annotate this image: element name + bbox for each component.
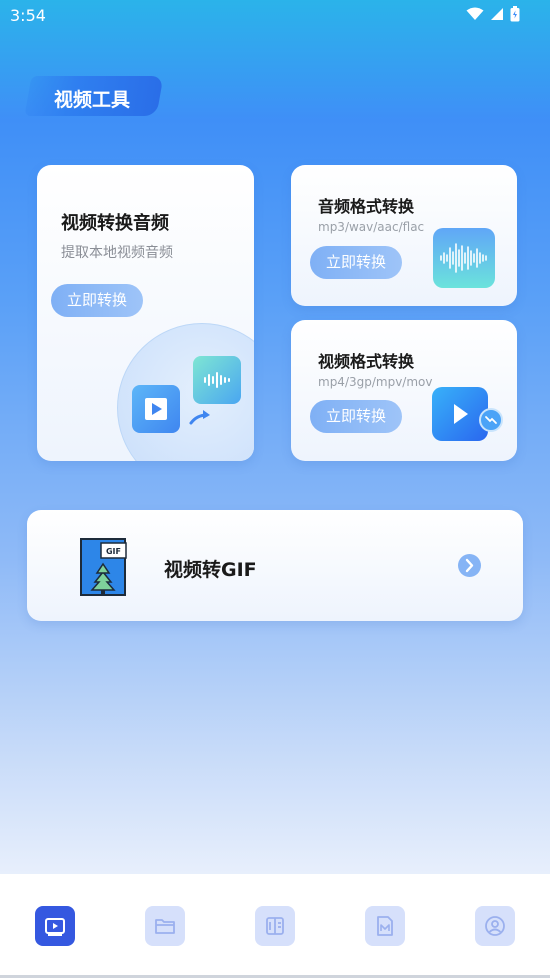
card-title: 视频转GIF (164, 559, 257, 581)
video-icon (45, 918, 65, 936)
status-icons (466, 6, 520, 22)
section-title: 视频工具 (54, 89, 131, 111)
card-title: 视频转换音频 (61, 213, 169, 234)
convert-badge-icon (479, 408, 503, 432)
tab-notes[interactable] (255, 906, 295, 946)
card-title: 音频格式转换 (318, 197, 415, 216)
chevron-right-icon[interactable] (458, 554, 481, 577)
arrow-icon (189, 410, 210, 425)
card-formats: mp4/3gp/mpv/mov (318, 375, 433, 389)
convert-now-button[interactable]: 立即转换 (310, 400, 402, 433)
gif-icon-text: GIF (106, 547, 121, 556)
tab-files[interactable] (145, 906, 185, 946)
tab-profile[interactable] (475, 906, 515, 946)
audio-wave-icon (193, 356, 241, 404)
convert-now-button[interactable]: 立即转换 (310, 246, 402, 279)
document-icon (377, 916, 393, 936)
wifi-icon (466, 7, 484, 20)
card-formats: mp3/wav/aac/flac (318, 220, 425, 234)
card-audio-format[interactable]: 音频格式转换 mp3/wav/aac/flac 立即转换 (291, 165, 517, 306)
tab-video[interactable] (35, 906, 75, 946)
status-time: 3:54 (10, 6, 46, 25)
card-subtitle: 提取本地视频音频 (61, 245, 173, 261)
sound-wave-icon (433, 228, 495, 288)
folder-icon (155, 919, 175, 934)
card-video-format[interactable]: 视频格式转换 mp4/3gp/mpv/mov 立即转换 (291, 320, 517, 461)
card-video-to-gif[interactable]: GIF 视频转GIF (27, 510, 523, 621)
card-title: 视频格式转换 (318, 352, 415, 371)
convert-now-button[interactable]: 立即转换 (51, 284, 143, 317)
gif-file-icon: GIF (80, 538, 127, 596)
battery-icon (510, 6, 520, 22)
video-play-icon (132, 385, 180, 433)
bottom-tab-bar (0, 874, 550, 978)
card-video-to-audio[interactable]: 视频转换音频 提取本地视频音频 立即转换 (37, 165, 254, 461)
tab-documents[interactable] (365, 906, 405, 946)
user-icon (485, 916, 505, 936)
signal-icon (491, 8, 503, 20)
status-bar: 3:54 (0, 0, 550, 32)
notebook-icon (266, 917, 284, 935)
